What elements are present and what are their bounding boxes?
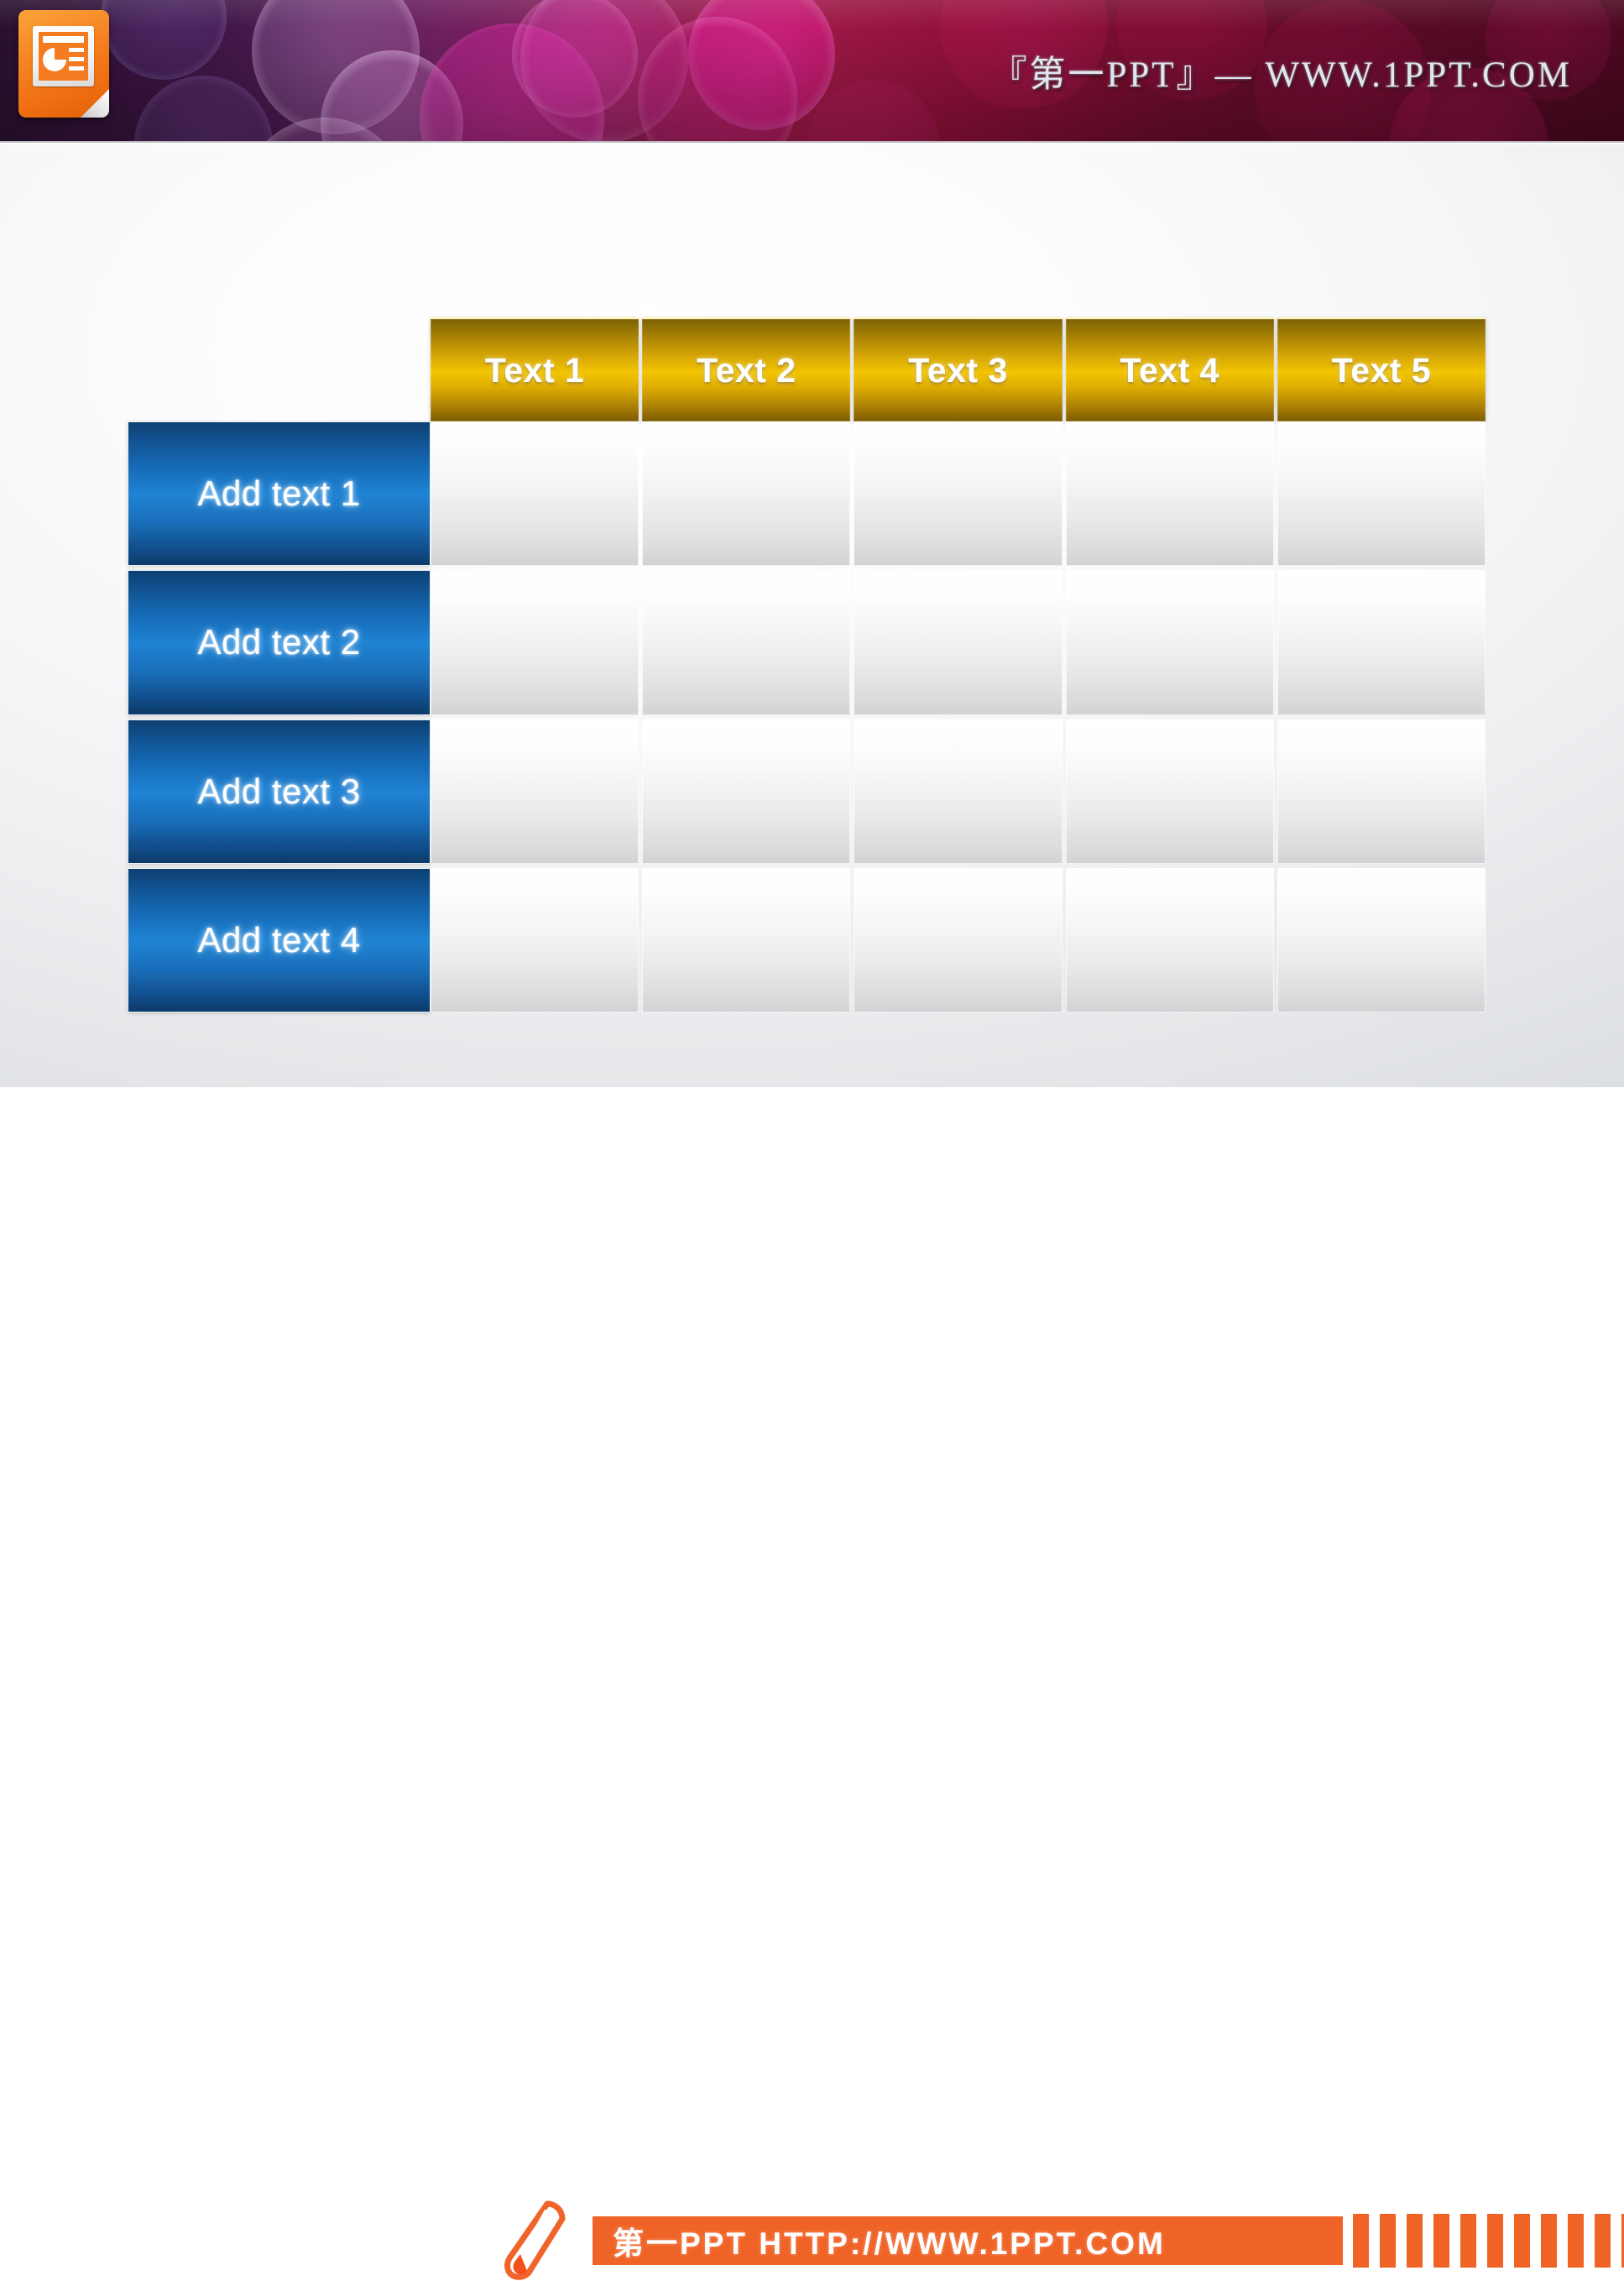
header-banner: 『第一PPT』— WWW.1PPT.COM xyxy=(0,0,1624,143)
table-header-row: Text 1 Text 2 Text 3 Text 4 Text 5 xyxy=(431,317,1486,421)
table-cell[interactable] xyxy=(854,421,1063,567)
table-cell[interactable] xyxy=(642,867,851,1012)
table-cell[interactable] xyxy=(431,570,640,715)
bokeh-circle xyxy=(252,0,420,134)
tick-bar xyxy=(1568,2214,1584,2268)
footer-url-text: 第一PPT HTTP://WWW.1PPT.COM xyxy=(613,2226,1166,2261)
glyph-pie-chart xyxy=(43,48,66,71)
tick-bar xyxy=(1353,2214,1369,2268)
powerpoint-glyph-inner xyxy=(39,32,88,81)
table-cell[interactable] xyxy=(1277,719,1486,864)
footer-bar: 第一PPT HTTP://WWW.1PPT.COM xyxy=(0,1087,1624,2280)
column-header-cell-5[interactable]: Text 5 xyxy=(1277,317,1486,421)
table-cell[interactable] xyxy=(642,719,851,864)
bokeh-circle xyxy=(806,80,940,141)
table-cell[interactable] xyxy=(1277,421,1486,567)
table-cell[interactable] xyxy=(1065,570,1274,715)
footer-url-banner[interactable]: 第一PPT HTTP://WWW.1PPT.COM xyxy=(593,2216,1343,2265)
row-header-cell-4[interactable]: Add text 4 xyxy=(128,867,431,1012)
table-cell[interactable] xyxy=(431,719,640,864)
glyph-line xyxy=(69,48,84,52)
powerpoint-file-icon xyxy=(18,10,109,118)
tick-bar xyxy=(1541,2214,1557,2268)
table-row xyxy=(431,719,1486,864)
table-cell[interactable] xyxy=(1065,867,1274,1012)
table-cell[interactable] xyxy=(1277,570,1486,715)
pencil-icon xyxy=(504,2200,566,2280)
row-header-label: Add text 2 xyxy=(197,622,361,662)
slide-canvas: Text 1 Text 2 Text 3 Text 4 Text 5 Add t… xyxy=(0,144,1624,1087)
bokeh-circle xyxy=(321,50,463,141)
table-cell[interactable] xyxy=(1277,867,1486,1012)
table-cell[interactable] xyxy=(854,867,1063,1012)
bokeh-circle xyxy=(420,24,604,141)
table-row xyxy=(431,421,1486,567)
column-header-label: Text 3 xyxy=(908,350,1008,390)
table-cell[interactable] xyxy=(642,421,851,567)
row-header-cell-1[interactable]: Add text 1 xyxy=(128,421,431,567)
tick-bar xyxy=(1433,2214,1449,2268)
table-row xyxy=(431,570,1486,715)
column-header-cell-2[interactable]: Text 2 xyxy=(642,317,851,421)
table-cell[interactable] xyxy=(642,570,851,715)
bokeh-circle xyxy=(638,17,797,141)
powerpoint-slide-glyph xyxy=(33,26,94,86)
column-header-label: Text 5 xyxy=(1331,350,1432,390)
page-fold-corner xyxy=(81,89,109,118)
glyph-line xyxy=(69,57,84,61)
row-header-cell-2[interactable]: Add text 2 xyxy=(128,570,431,715)
tick-bar xyxy=(1595,2214,1611,2268)
row-header-cell-3[interactable]: Add text 3 xyxy=(128,719,431,864)
tick-bar xyxy=(1514,2214,1530,2268)
column-header-cell-4[interactable]: Text 4 xyxy=(1065,317,1274,421)
footer-tick-bars xyxy=(1353,2214,1624,2268)
table-cell[interactable] xyxy=(1065,719,1274,864)
table-row xyxy=(431,867,1486,1012)
row-header-label: Add text 1 xyxy=(197,473,361,514)
glyph-line xyxy=(69,66,84,71)
bokeh-circle xyxy=(688,0,835,130)
bokeh-circle xyxy=(520,0,688,141)
column-header-label: Text 4 xyxy=(1120,350,1219,390)
bokeh-circle xyxy=(241,118,409,141)
matrix-table: Text 1 Text 2 Text 3 Text 4 Text 5 Add t… xyxy=(0,144,1624,1087)
row-header-column: Add text 1 Add text 2 Add text 3 Add tex… xyxy=(128,421,431,1012)
bokeh-circle xyxy=(512,0,638,118)
header-title: 『第一PPT』— WWW.1PPT.COM xyxy=(990,55,1572,95)
row-header-label: Add text 4 xyxy=(197,919,361,960)
bokeh-circle xyxy=(101,0,227,80)
bokeh-circle xyxy=(134,76,273,141)
table-cell[interactable] xyxy=(1065,421,1274,567)
table-cell[interactable] xyxy=(854,719,1063,864)
column-header-cell-1[interactable]: Text 1 xyxy=(431,317,640,421)
table-cell[interactable] xyxy=(854,570,1063,715)
column-header-cell-3[interactable]: Text 3 xyxy=(854,317,1063,421)
table-cell[interactable] xyxy=(431,867,640,1012)
table-cell[interactable] xyxy=(431,421,640,567)
tick-bar xyxy=(1407,2214,1423,2268)
glyph-title-bar xyxy=(43,36,84,43)
tick-bar xyxy=(1380,2214,1396,2268)
table-body xyxy=(431,421,1486,1012)
row-header-label: Add text 3 xyxy=(197,771,361,811)
tick-bar xyxy=(1460,2214,1476,2268)
tick-bar xyxy=(1487,2214,1503,2268)
column-header-label: Text 1 xyxy=(484,350,585,390)
column-header-label: Text 2 xyxy=(697,350,796,390)
